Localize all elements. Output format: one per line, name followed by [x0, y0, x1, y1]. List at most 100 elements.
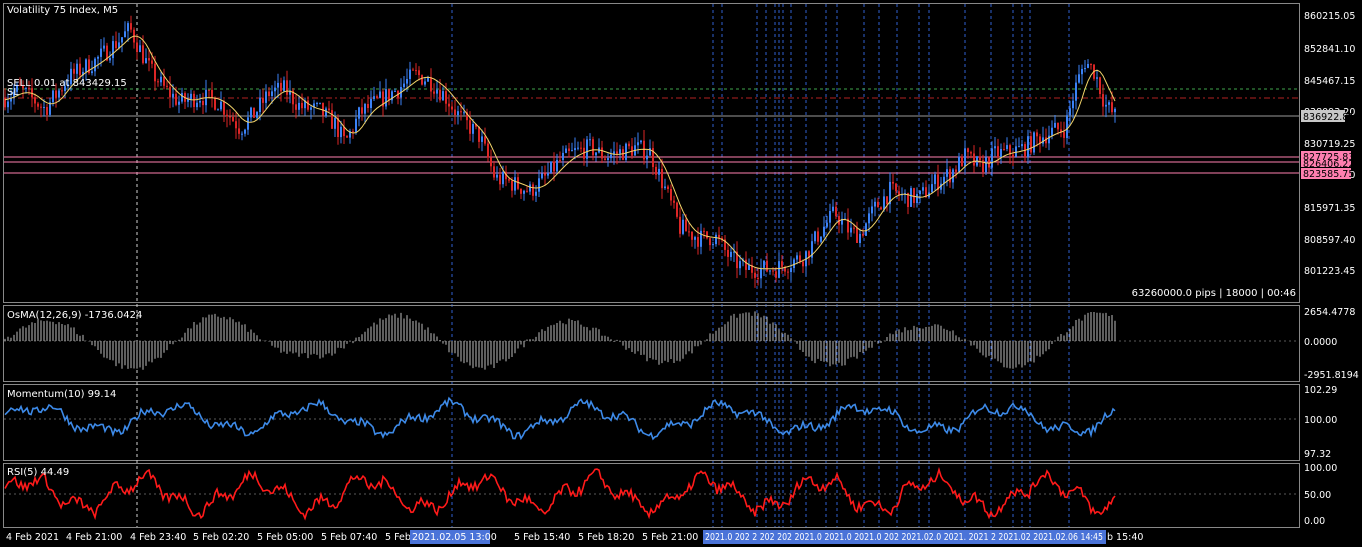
- candle-body: [370, 98, 372, 108]
- time-tick: 5 Feb 07:40: [321, 532, 377, 543]
- candle-body: [772, 270, 774, 272]
- candle-body: [496, 174, 498, 178]
- candle-body: [913, 188, 915, 203]
- rsi-tick: 100.00: [1304, 463, 1337, 474]
- candle-body: [538, 178, 540, 192]
- candle-body: [328, 108, 330, 111]
- candle-body: [340, 126, 342, 138]
- candle-body: [979, 156, 981, 161]
- candle-body: [208, 89, 210, 91]
- momentum-tick: 97.32: [1304, 449, 1331, 460]
- candle-body: [892, 181, 894, 184]
- candle-body: [244, 129, 246, 134]
- candle-body: [814, 231, 816, 242]
- candle-body: [745, 259, 747, 270]
- candle-body: [172, 93, 174, 98]
- trading-chart[interactable]: Volatility 75 Index, M5 SELL 0.01 at 843…: [0, 0, 1362, 547]
- candle-body: [955, 169, 957, 172]
- candle-body: [241, 133, 243, 135]
- candle-body: [673, 200, 675, 203]
- candle-body: [199, 101, 201, 103]
- candle-body: [706, 231, 708, 239]
- candle-body: [217, 109, 219, 111]
- candle-body: [973, 153, 975, 166]
- candle-body: [625, 143, 627, 160]
- status-info: 63260000.0 pips | 18000 | 00:46: [1132, 288, 1296, 299]
- candle-body: [685, 219, 687, 232]
- candle-body: [355, 118, 357, 133]
- candle-body: [1111, 102, 1113, 113]
- candle-body: [754, 272, 756, 278]
- candle-body: [1012, 154, 1014, 157]
- candle-body: [730, 251, 732, 257]
- stop-loss-label: SL: [7, 87, 19, 98]
- candle-body: [247, 117, 249, 130]
- candle-body: [535, 191, 537, 196]
- candle-body: [544, 173, 546, 176]
- candle-body: [34, 97, 36, 104]
- candle-body: [910, 188, 912, 207]
- candle-body: [226, 114, 228, 117]
- candle-body: [1099, 77, 1101, 94]
- candle-body: [886, 196, 888, 205]
- candle-body: [154, 63, 156, 82]
- price-axis: 860215.05 852841.10 845467.15 838093.20 …: [1304, 11, 1355, 277]
- momentum-tick: 100.00: [1304, 415, 1337, 426]
- level-tag-text: 823585.75: [1303, 169, 1354, 180]
- price-tick: 830719.25: [1304, 139, 1355, 150]
- candle-body: [1066, 115, 1068, 138]
- candle-body: [151, 60, 153, 64]
- candle-body: [817, 231, 819, 242]
- sell-trade-label: SELL 0.01 at 843429.15: [7, 78, 127, 89]
- time-tick: 4 Feb 2021: [6, 532, 59, 543]
- candle-body: [865, 223, 867, 236]
- candle-body: [220, 101, 222, 110]
- candle-body: [919, 190, 921, 195]
- candle-body: [748, 265, 750, 270]
- candle-body: [310, 107, 312, 110]
- candle-body: [436, 89, 438, 94]
- candle-body: [871, 206, 873, 214]
- time-highlight-text: 2021.02.05 13:00: [412, 532, 497, 543]
- candle-body: [1000, 149, 1002, 158]
- candle-body: [712, 244, 714, 246]
- candle-body: [1051, 127, 1053, 136]
- candle-body: [223, 101, 225, 115]
- candle-body: [196, 102, 198, 108]
- candle-body: [787, 271, 789, 273]
- price-tick: 852841.10: [1304, 44, 1355, 55]
- candle-body: [655, 166, 657, 175]
- price-tick: 845467.15: [1304, 76, 1355, 87]
- candle-body: [664, 186, 666, 189]
- candle-body: [694, 237, 696, 240]
- candle-body: [727, 249, 729, 257]
- candle-body: [1021, 144, 1023, 147]
- candle-body: [961, 156, 963, 167]
- time-tick: 5 Feb 21:00: [642, 532, 698, 543]
- candle-body: [856, 227, 858, 243]
- candle-body: [322, 102, 324, 116]
- candle-body: [946, 169, 948, 177]
- candle-body: [46, 107, 48, 115]
- osma-tick: -2951.8194: [1304, 370, 1359, 381]
- candle-body: [412, 69, 414, 71]
- candle-body: [301, 102, 303, 109]
- candle-body: [127, 23, 129, 32]
- candle-body: [379, 91, 381, 98]
- candle-body: [418, 70, 420, 76]
- candle-body: [1063, 132, 1065, 138]
- candle-body: [895, 183, 897, 192]
- candle-body: [697, 237, 699, 247]
- time-highlight-text: 2021.0 202 2 202 202 2021.0 2021.0 2021.…: [705, 532, 1103, 543]
- candle-body: [40, 106, 42, 108]
- candle-body: [163, 76, 165, 86]
- candle-body: [760, 267, 762, 279]
- candle-body: [964, 148, 966, 167]
- candle-body: [130, 23, 132, 30]
- candle-body: [469, 120, 471, 134]
- candle-body: [235, 121, 237, 129]
- candle-body: [757, 277, 759, 279]
- candle-body: [1114, 108, 1116, 113]
- candle-body: [283, 80, 285, 92]
- candle-body: [511, 180, 513, 191]
